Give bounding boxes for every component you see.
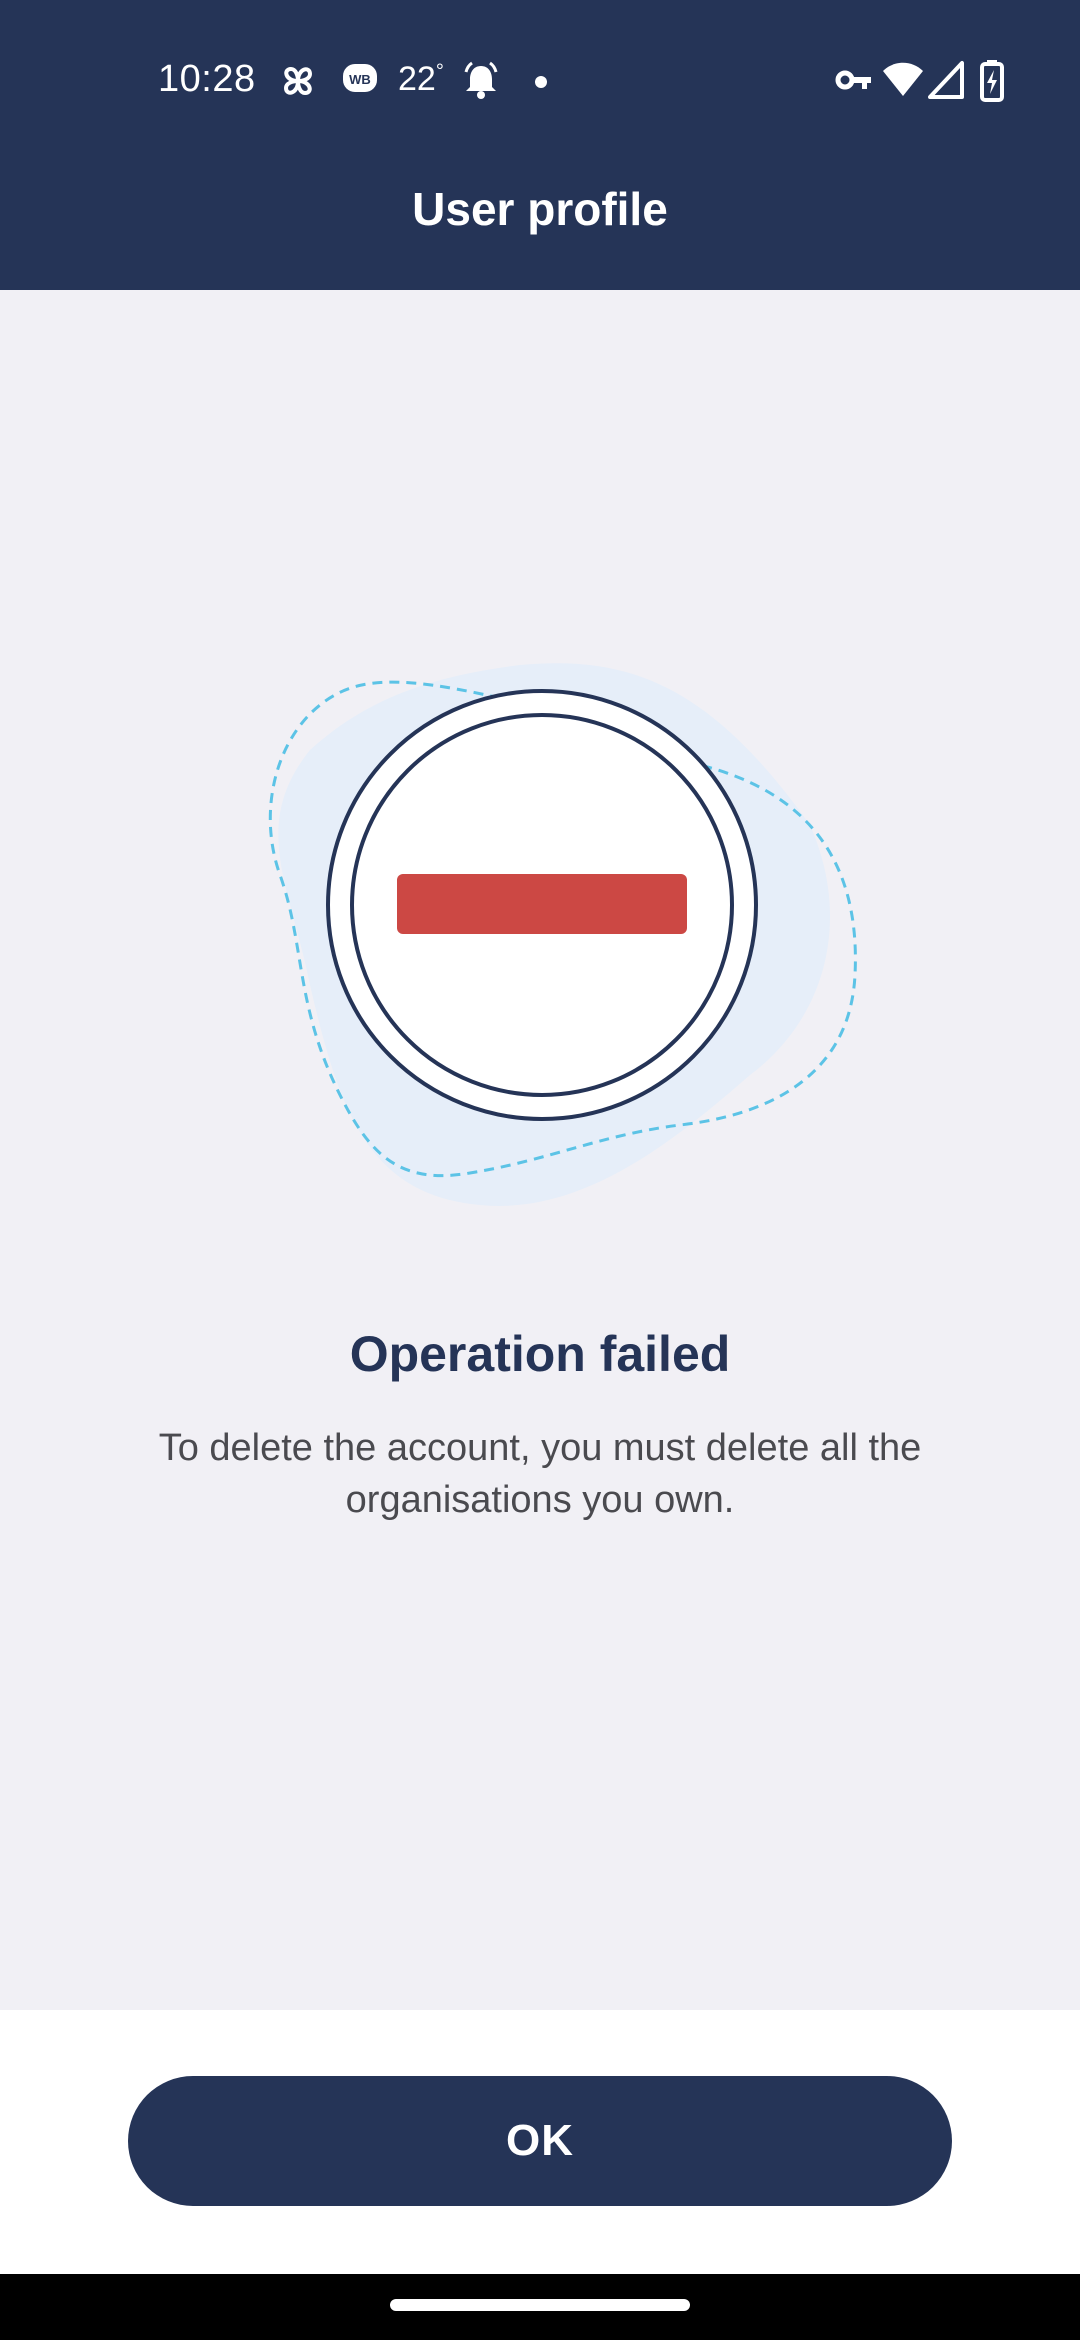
error-illustration: [250, 655, 870, 1215]
svg-text:WB: WB: [349, 72, 371, 87]
home-indicator[interactable]: [390, 2299, 690, 2311]
vpn-key-icon: [834, 60, 874, 105]
signal-icon: [928, 60, 964, 105]
error-minus-icon: [397, 874, 687, 934]
ok-button[interactable]: OK: [128, 2076, 952, 2206]
app-header: 10:28 WB 22° User profile: [0, 0, 1080, 290]
result-heading: Operation failed: [349, 1326, 731, 1382]
wifi-icon: [882, 60, 924, 105]
status-time: 10:28: [158, 58, 256, 100]
result-message: To delete the account, you must delete a…: [158, 1427, 922, 1521]
pinwheel-icon: [277, 60, 319, 107]
battery-charging-icon: [980, 60, 1004, 107]
dot-icon: [534, 75, 548, 94]
wb-badge-icon: WB: [342, 60, 378, 101]
weather-temperature: 22°: [398, 60, 444, 98]
bell-alarm-icon: [460, 60, 502, 107]
page-title: User profile: [412, 183, 668, 235]
status-bar: 10:28 WB 22°: [0, 0, 1080, 165]
